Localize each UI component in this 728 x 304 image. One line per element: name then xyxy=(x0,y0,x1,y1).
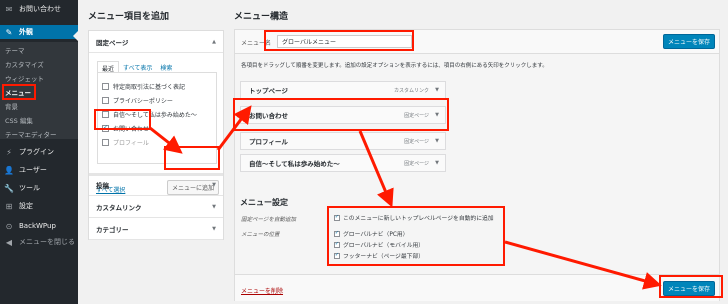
menu-item[interactable]: 自信〜そして私は歩み始めた〜 固定ページ ▼ xyxy=(240,154,446,172)
submenu-background[interactable]: 背景 xyxy=(0,100,78,112)
save-menu-button-top[interactable]: メニューを保存 xyxy=(663,34,715,49)
user-icon: 👤 xyxy=(4,165,14,175)
annotation-box-checked-page xyxy=(94,109,151,130)
caret-down-icon: ▼ xyxy=(212,225,216,232)
menu-item[interactable]: トップページ カスタムリンク ▼ xyxy=(240,81,446,99)
sidebar-item-appearance[interactable]: ✎ 外観 xyxy=(0,25,78,39)
menu-structure-heading: メニュー構造 xyxy=(234,12,289,22)
active-arrow xyxy=(73,31,78,41)
mail-icon: ✉ xyxy=(5,4,13,14)
paintbrush-icon: ✎ xyxy=(5,27,13,37)
auto-add-label: 固定ページを自動追加 xyxy=(241,217,296,223)
sidebar-item-settings[interactable]: ⊞ 設定 xyxy=(0,199,78,213)
posts-accordion[interactable]: 投稿 ▼ xyxy=(89,174,223,196)
caret-down-icon: ▼ xyxy=(212,182,216,188)
wp-admin-menus-screen: ✉ お問い合わせ ✎ 外観 テーマ カスタマイズ ウィジェット メニュー 背景 … xyxy=(0,0,728,304)
submenu-themes[interactable]: テーマ xyxy=(0,44,78,56)
submenu-theme-editor[interactable]: テーマエディター xyxy=(0,128,78,140)
caret-down-icon[interactable]: ▼ xyxy=(435,160,439,166)
sidebar-item-tools[interactable]: 🔧 ツール xyxy=(0,181,78,195)
menu-settings-heading: メニュー設定 xyxy=(240,198,288,207)
plug-icon: ⚡ xyxy=(6,147,12,157)
checkbox[interactable] xyxy=(102,82,109,90)
sidebar-item-backwpup[interactable]: ⊙ BackWPup xyxy=(0,219,78,233)
checkbox[interactable] xyxy=(102,138,109,146)
caret-down-icon[interactable]: ▼ xyxy=(435,87,439,93)
add-menu-items-panel: 固定ページ ▲ 最近 すべて表示 検索 特定商取引法に基づく表記 プライバシーポ… xyxy=(88,30,224,240)
annotation-box-menus xyxy=(2,84,36,100)
annotation-box-menu-name xyxy=(264,30,414,51)
page-option[interactable]: プロフィール xyxy=(102,137,149,147)
page-option[interactable]: プライバシーポリシー xyxy=(102,95,173,105)
collapse-icon: ◀ xyxy=(5,237,13,247)
checkbox[interactable] xyxy=(102,96,109,104)
fixed-pages-accordion[interactable]: 固定ページ ▲ xyxy=(89,31,223,53)
menu-position-label: メニューの位置 xyxy=(241,232,280,238)
submenu-css[interactable]: CSS 編集 xyxy=(0,114,78,126)
sidebar-item-plugins[interactable]: ⚡ プラグイン xyxy=(0,145,78,159)
annotation-box-menu-item xyxy=(233,98,449,131)
caret-up-icon: ▲ xyxy=(212,38,216,45)
instructions-text: 各項目をドラッグして順番を変更します。追加の設定オプションを表示するには、項目の… xyxy=(241,63,548,69)
collapse-menu[interactable]: ◀ メニューを閉じる xyxy=(0,235,78,249)
caret-down-icon: ▼ xyxy=(212,203,216,210)
menu-footer: メニューを削除 メニューを保存 xyxy=(235,274,719,301)
submenu-widgets[interactable]: ウィジェット xyxy=(0,72,78,84)
add-menu-items-heading: メニュー項目を追加 xyxy=(88,12,170,22)
categories-accordion[interactable]: カテゴリー ▼ xyxy=(89,218,223,240)
admin-sidebar: ✉ お問い合わせ ✎ 外観 テーマ カスタマイズ ウィジェット メニュー 背景 … xyxy=(0,0,78,304)
annotation-box-save xyxy=(659,275,723,298)
wrench-icon: 🔧 xyxy=(4,183,14,193)
page-option[interactable]: 特定商取引法に基づく表記 xyxy=(102,81,185,91)
annotation-box-add-button xyxy=(164,146,220,170)
annotation-box-settings xyxy=(327,206,505,266)
sidebar-item-contact[interactable]: ✉ お問い合わせ xyxy=(0,2,78,16)
caret-down-icon[interactable]: ▼ xyxy=(435,138,439,144)
menu-item[interactable]: プロフィール 固定ページ ▼ xyxy=(240,132,446,150)
backwpup-icon: ⊙ xyxy=(5,221,13,231)
delete-menu-link[interactable]: メニューを削除 xyxy=(241,286,283,295)
custom-links-accordion[interactable]: カスタムリンク ▼ xyxy=(89,196,223,218)
settings-icon: ⊞ xyxy=(5,201,13,211)
sidebar-item-users[interactable]: 👤 ユーザー xyxy=(0,163,78,177)
submenu-customize[interactable]: カスタマイズ xyxy=(0,58,78,70)
